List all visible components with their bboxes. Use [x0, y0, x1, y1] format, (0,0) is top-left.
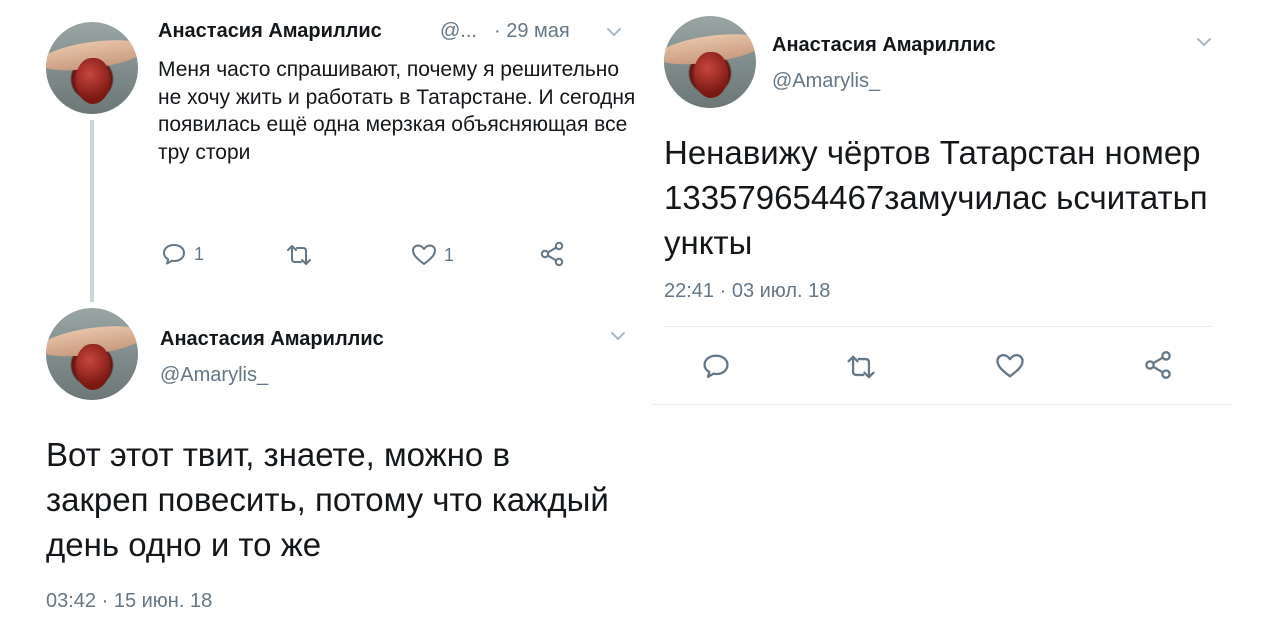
reply-button[interactable] — [700, 352, 732, 380]
tweet-text: Меня часто спрашивают, почему я решитель… — [158, 58, 636, 164]
like-button[interactable]: 1 — [410, 243, 454, 267]
avatar[interactable] — [664, 16, 756, 108]
like-count: 1 — [444, 244, 455, 265]
author-name[interactable]: Анастасия Амариллис — [158, 20, 382, 43]
tweet-timestamp[interactable]: 03:42 · 15 июн. 18 — [46, 590, 212, 613]
share-icon — [538, 241, 566, 267]
tweet-date[interactable]: · 29 мая — [494, 20, 570, 43]
retweet-icon — [284, 244, 314, 266]
chevron-down-icon[interactable] — [606, 22, 622, 43]
avatar[interactable] — [46, 22, 138, 114]
avatar[interactable] — [46, 308, 138, 400]
chevron-down-icon[interactable] — [610, 326, 626, 347]
author-name[interactable]: Анастасия Амариллис — [160, 328, 384, 351]
author-handle[interactable]: @Amarylis_ — [772, 70, 880, 93]
share-icon — [1142, 350, 1174, 380]
retweet-button[interactable] — [284, 244, 314, 266]
reply-icon — [700, 352, 732, 380]
thread-line — [90, 120, 94, 302]
reply-count: 1 — [194, 243, 205, 264]
tweet-timestamp[interactable]: 22:41 · 03 июл. 18 — [664, 280, 830, 303]
avatar-heart-shape — [76, 58, 110, 104]
divider — [652, 404, 1232, 405]
avatar-heart-shape — [694, 52, 728, 98]
retweet-button[interactable] — [844, 354, 878, 380]
author-handle[interactable]: @... — [440, 20, 477, 43]
tweet-text: Вот этот твит, знаете, можно в закреп по… — [46, 436, 609, 563]
author-handle[interactable]: @Amarylis_ — [160, 364, 268, 387]
avatar-heart-shape — [76, 344, 110, 390]
divider — [664, 326, 1212, 327]
author-name[interactable]: Анастасия Амариллис — [772, 34, 996, 57]
share-button[interactable] — [538, 241, 566, 267]
like-button[interactable] — [994, 352, 1026, 380]
chevron-down-icon[interactable] — [1196, 32, 1212, 53]
retweet-icon — [844, 354, 878, 380]
like-icon — [410, 243, 438, 267]
share-button[interactable] — [1142, 350, 1174, 380]
like-icon — [994, 352, 1026, 380]
reply-icon — [160, 242, 188, 266]
reply-button[interactable]: 1 — [160, 242, 204, 266]
tweet-text: Ненавижу чёртов Татарстан номер 13357965… — [664, 134, 1208, 261]
